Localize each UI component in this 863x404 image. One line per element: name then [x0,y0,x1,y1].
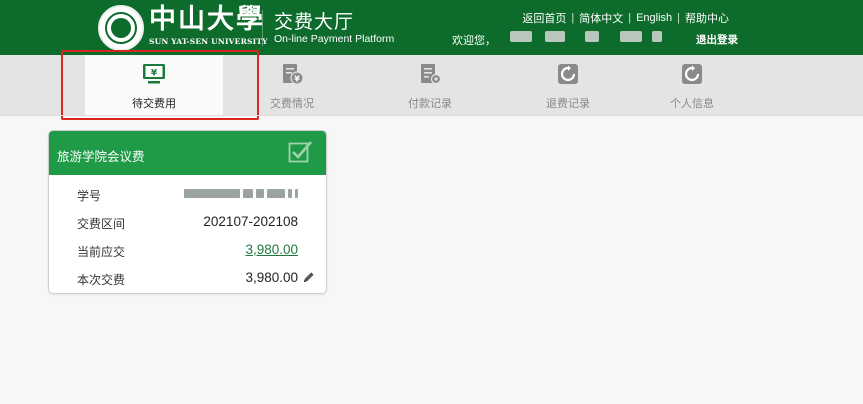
row-label: 本次交费 [77,273,126,287]
row-label: 交费区间 [77,217,126,231]
fee-card-header: 旅游学院会议费 [49,131,326,175]
welcome-text: 欢迎您， [452,35,496,47]
logout-link[interactable]: 退出登录 [696,32,738,47]
help-link[interactable]: 帮助中心 [685,10,729,26]
pencil-edit-icon[interactable] [302,271,315,284]
header-divider [262,10,263,46]
document-yen-icon: ¥ [283,64,304,85]
document-gear-icon [421,64,442,85]
refresh-user-icon [682,64,702,84]
payment-period-value: 202107-202108 [203,214,298,229]
refund-icon [558,64,578,84]
nav-item-label: 付款记录 [408,98,452,110]
nav-item-refund-records[interactable]: 退费记录 [499,55,637,115]
fee-card-title: 旅游学院会议费 [57,150,145,164]
redacted-username [620,31,642,42]
content-divider [0,115,863,116]
row-payment-period: 交费区间 202107-202108 [49,213,326,233]
top-header: 中山大學 SUN YAT-SEN UNIVERSITY 交费大厅 On-line… [0,0,863,55]
this-payment-value: 3,980.00 [245,270,298,285]
redacted-username [510,31,532,42]
link-separator: | [571,12,575,24]
university-emblem-icon [98,5,144,51]
checkbox-checked-icon[interactable] [288,140,312,164]
lang-chinese-link[interactable]: 简体中文 [579,10,623,26]
svg-text:¥: ¥ [294,75,300,84]
amount-due-link[interactable]: 3,980.00 [245,242,298,257]
lang-english-link[interactable]: English [636,12,672,24]
row-student-id: 学号 [49,185,326,205]
nav-item-label: 退费记录 [546,98,590,110]
redacted-username [545,31,565,42]
logo-chinese-name: 中山大學 [149,4,265,35]
nav-item-payment-records[interactable]: 付款记录 [361,55,499,115]
system-title: 交费大厅 [274,12,355,33]
link-separator: | [628,12,632,24]
row-label: 当前应交 [77,245,126,259]
nav-item-personal-info[interactable]: 个人信息 [623,55,761,115]
top-links: 返回首页 | 简体中文 | English | 帮助中心 [522,10,729,26]
redacted-username [652,31,662,42]
redacted-username [585,31,599,42]
system-subtitle: On-line Payment Platform [274,33,395,45]
student-id-value-redacted [184,189,298,198]
fee-card[interactable]: 旅游学院会议费 学号 交费区间 202107-202108 当前应交 3,980… [48,130,327,294]
row-this-payment: 本次交费 3,980.00 [49,269,326,289]
nav-item-label: 个人信息 [670,98,714,110]
row-amount-due: 当前应交 3,980.00 [49,241,326,261]
home-link[interactable]: 返回首页 [522,10,566,26]
row-label: 学号 [77,189,102,203]
logo-english-name: SUN YAT-SEN UNIVERSITY [149,37,268,46]
annotation-highlight-box [61,50,259,120]
link-separator: | [677,12,680,24]
